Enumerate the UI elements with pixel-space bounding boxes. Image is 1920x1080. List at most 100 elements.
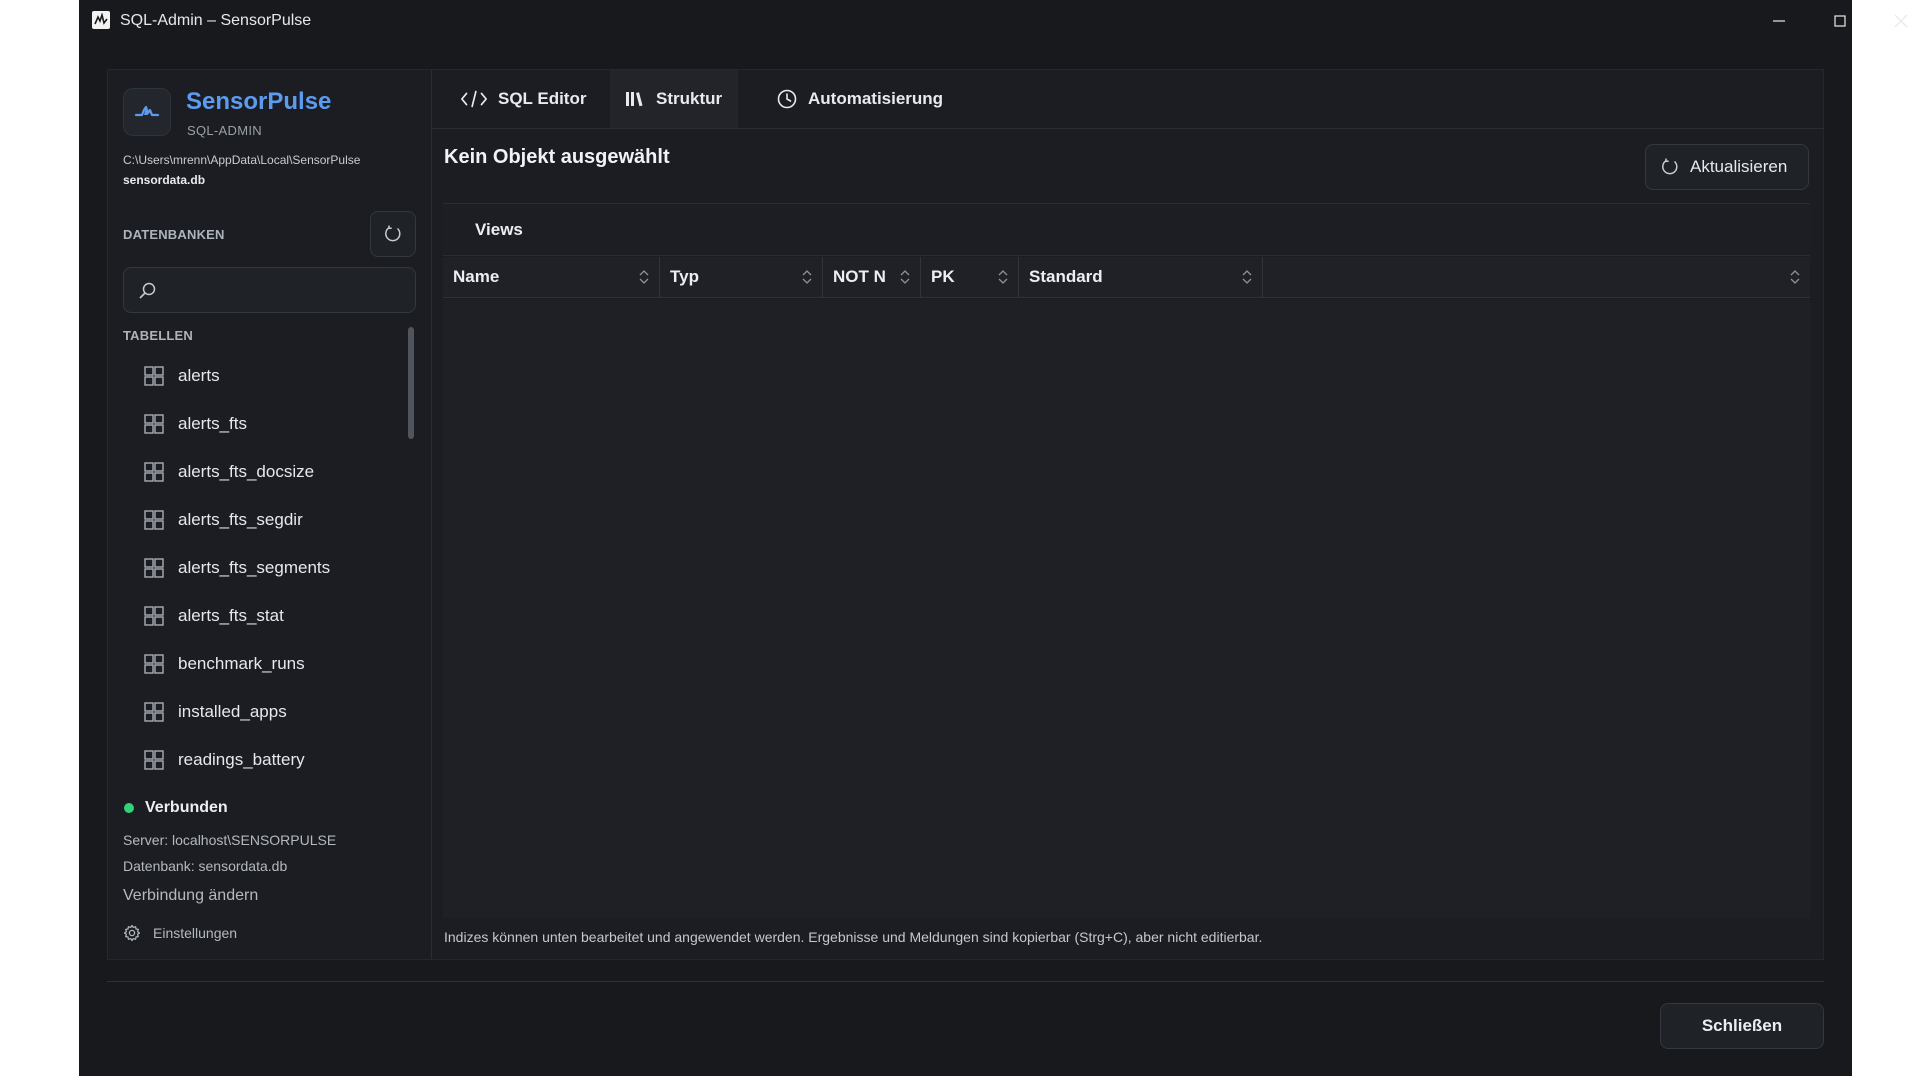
table-search[interactable] <box>123 267 416 313</box>
settings-label: Einstellungen <box>153 925 238 941</box>
settings-link[interactable]: Einstellungen <box>123 924 237 942</box>
table-item-label: alerts_fts_segments <box>178 558 331 577</box>
views-header: Views <box>443 204 1810 256</box>
books-icon <box>626 92 643 107</box>
table-item[interactable]: alerts <box>123 352 413 400</box>
main-panel: SQL Editor Struktur Automatisierung Kein… <box>432 70 1824 959</box>
search-icon <box>139 282 156 299</box>
table-item[interactable]: benchmark_runs <box>123 640 413 688</box>
tab-label: SQL Editor <box>498 89 587 108</box>
table-list: alerts alerts_fts alerts_fts_docsize ale… <box>123 352 413 784</box>
connection-status-dot <box>124 803 134 813</box>
table-item-label: alerts <box>178 366 220 385</box>
search-input[interactable] <box>168 268 408 312</box>
brand-subtitle: SQL-ADMIN <box>187 123 262 138</box>
table-item[interactable]: alerts_fts_segdir <box>123 496 413 544</box>
brand-logo <box>123 88 171 136</box>
column-header-label: Name <box>453 267 500 286</box>
table-grid-icon <box>144 510 164 530</box>
table-item-label: alerts_fts_docsize <box>178 462 315 481</box>
table-item[interactable]: alerts_fts_stat <box>123 592 413 640</box>
table-grid-icon <box>144 558 164 578</box>
sort-icon <box>802 270 812 284</box>
tab-label: Struktur <box>656 89 723 108</box>
table-item[interactable]: installed_apps <box>123 688 413 736</box>
gear-icon <box>123 924 141 942</box>
database-info: Datenbank: sensordata.db <box>123 858 288 874</box>
table-grid-icon <box>144 414 164 434</box>
column-header-typ[interactable]: Typ <box>660 257 823 297</box>
server-info: Server: localhost\SENSORPULSE <box>123 832 337 848</box>
maximize-icon <box>1833 15 1846 27</box>
structure-panel: Views Name Typ NOT N PK Standard <box>443 203 1810 918</box>
databases-label: DATENBANKEN <box>123 227 225 242</box>
table-item-label: installed_apps <box>178 702 287 721</box>
column-header-label: Standard <box>1029 267 1103 286</box>
tab-automatisierung[interactable]: Automatisierung <box>762 70 959 128</box>
tab-struktur[interactable]: Struktur <box>610 70 739 128</box>
column-header-standard[interactable]: Standard <box>1019 257 1263 297</box>
tab-sql-editor[interactable]: SQL Editor <box>446 70 602 128</box>
help-footnote: Indizes können unten bearbeitet und ange… <box>444 929 1263 945</box>
table-grid-icon <box>144 606 164 626</box>
table-item-label: alerts_fts_stat <box>178 606 284 625</box>
connection-status: Verbunden <box>145 799 228 816</box>
column-header-not-null[interactable]: NOT N <box>823 257 921 297</box>
sort-icon <box>1242 270 1252 284</box>
refresh-button[interactable]: Aktualisieren <box>1645 144 1809 190</box>
app-logo-icon <box>92 11 110 29</box>
views-label: Views <box>475 220 523 239</box>
refresh-databases-button[interactable] <box>370 211 416 257</box>
close-button[interactable]: Schließen <box>1660 1003 1824 1049</box>
title-bar: SQL-Admin – SensorPulse <box>79 0 1907 42</box>
table-grid-icon <box>144 750 164 770</box>
minimize-icon <box>1772 20 1785 22</box>
tables-label: TABELLEN <box>123 328 193 343</box>
table-item-label: alerts_fts <box>178 414 247 433</box>
close-icon <box>1894 14 1907 28</box>
sort-icon <box>900 270 910 284</box>
sort-icon <box>639 270 649 284</box>
footer-divider <box>107 981 1824 982</box>
column-header-extra[interactable] <box>1263 257 1810 297</box>
table-item[interactable]: readings_battery <box>123 736 413 784</box>
tab-bar: SQL Editor Struktur Automatisierung <box>432 70 1824 129</box>
minimize-button[interactable] <box>1748 0 1809 42</box>
database-path: C:\Users\mrenn\AppData\Local\SensorPulse <box>123 153 361 167</box>
table-item-label: alerts_fts_segdir <box>178 510 303 529</box>
table-grid-icon <box>144 702 164 722</box>
close-button-label: Schließen <box>1701 1016 1783 1035</box>
column-header-pk[interactable]: PK <box>921 257 1019 297</box>
tab-label: Automatisierung <box>808 89 944 108</box>
table-grid-icon <box>144 366 164 386</box>
column-header-label: PK <box>931 267 955 286</box>
table-list-scrollbar[interactable] <box>408 327 414 439</box>
sort-icon <box>998 270 1008 284</box>
clock-icon <box>777 89 797 109</box>
brand-name: SensorPulse <box>186 88 332 115</box>
refresh-icon <box>1662 158 1678 175</box>
grid-header: Name Typ NOT N PK Standard <box>443 257 1810 298</box>
maximize-button[interactable] <box>1809 0 1870 42</box>
sidebar: SensorPulse SQL-ADMIN C:\Users\mrenn\App… <box>108 70 432 959</box>
table-item[interactable]: alerts_fts <box>123 400 413 448</box>
column-header-name[interactable]: Name <box>443 257 660 297</box>
database-file: sensordata.db <box>123 173 206 187</box>
app-window: SQL-Admin – SensorPulse SensorPulse SQL-… <box>79 0 1907 1076</box>
object-title: Kein Objekt ausgewählt <box>444 146 670 168</box>
table-item[interactable]: alerts_fts_docsize <box>123 448 413 496</box>
table-item-label: benchmark_runs <box>178 654 305 673</box>
refresh-label: Aktualisieren <box>1690 157 1788 176</box>
sort-icon <box>1790 270 1800 284</box>
table-grid-icon <box>144 654 164 674</box>
pulse-logo-icon <box>134 105 160 117</box>
table-item-label: readings_battery <box>178 750 305 769</box>
grid-body[interactable] <box>443 299 1810 918</box>
admin-dialog: SensorPulse SQL-ADMIN C:\Users\mrenn\App… <box>107 69 1824 960</box>
close-window-button[interactable] <box>1870 0 1920 42</box>
code-icon <box>461 90 487 108</box>
column-header-label: NOT N <box>833 267 885 286</box>
table-item[interactable]: alerts_fts_segments <box>123 544 413 592</box>
change-connection-link[interactable]: Verbindung ändern <box>123 887 258 905</box>
refresh-icon <box>385 225 401 242</box>
